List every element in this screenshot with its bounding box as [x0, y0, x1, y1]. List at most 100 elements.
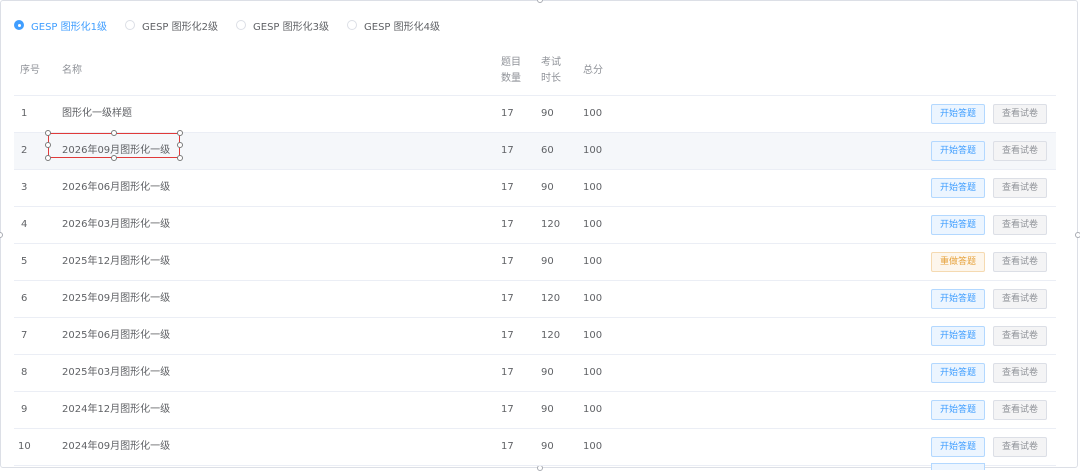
- selection-handle-s[interactable]: [111, 155, 117, 161]
- view-paper-button[interactable]: 查看试卷: [993, 289, 1047, 309]
- row-index: 2: [21, 145, 28, 156]
- redo-exam-button[interactable]: 重做答题: [931, 252, 985, 272]
- row-score: 100: [583, 145, 603, 156]
- header-time: 考试 时长: [541, 55, 561, 87]
- row-name: 2026年06月图形化一级: [62, 182, 171, 193]
- row-count: 17: [501, 293, 514, 304]
- row-index: 4: [21, 219, 28, 230]
- row-index: 6: [21, 293, 28, 304]
- radio-label: GESP 图形化1级: [31, 21, 107, 33]
- row-time: 120: [541, 293, 561, 304]
- row-name: 2025年03月图形化一级: [62, 367, 171, 378]
- radio-level-3[interactable]: GESP 图形化3级: [236, 18, 329, 33]
- selection-handle-se[interactable]: [177, 155, 183, 161]
- table-row: 6 2025年09月图形化一级 17 120 100 开始答题 查看试卷: [14, 281, 1056, 318]
- row-time: 120: [541, 330, 561, 341]
- radio-level-2[interactable]: GESP 图形化2级: [125, 18, 218, 33]
- row-count: 17: [501, 256, 514, 267]
- table-row: 1 图形化一级样题 17 90 100 开始答题 查看试卷: [14, 96, 1056, 133]
- row-score: 100: [583, 330, 603, 341]
- table-row: 4 2026年03月图形化一级 17 120 100 开始答题 查看试卷: [14, 207, 1056, 244]
- start-exam-button[interactable]: 开始答题: [931, 400, 985, 420]
- radio-label: GESP 图形化2级: [142, 21, 218, 33]
- selection-handle-sw[interactable]: [45, 155, 51, 161]
- header-score: 总分: [583, 65, 603, 76]
- row-count: 17: [501, 108, 514, 119]
- radio-level-4[interactable]: GESP 图形化4级: [347, 18, 440, 33]
- radio-label: GESP 图形化3级: [253, 21, 329, 33]
- table-row: 8 2025年03月图形化一级 17 90 100 开始答题 查看试卷: [14, 355, 1056, 392]
- frame-handle-right[interactable]: [1075, 232, 1080, 238]
- row-index: 3: [21, 182, 28, 193]
- row-score: 100: [583, 404, 603, 415]
- view-paper-button[interactable]: 查看试卷: [993, 178, 1047, 198]
- radio-dot-icon[interactable]: [236, 20, 246, 30]
- radio-dot-icon[interactable]: [125, 20, 135, 30]
- row-count: 17: [501, 330, 514, 341]
- selection-handle-w[interactable]: [45, 142, 51, 148]
- row-count: 17: [501, 441, 514, 452]
- selection-handle-e[interactable]: [177, 142, 183, 148]
- next-row-button-partial[interactable]: [931, 463, 985, 470]
- header-name: 名称: [62, 65, 82, 76]
- header-count-line1: 题目: [501, 57, 521, 68]
- row-name: 2025年09月图形化一级: [62, 293, 171, 304]
- table-row: 2 2026年09月图形化一级 17 60 100 开始答题 查看试卷: [14, 133, 1056, 170]
- row-time: 90: [541, 367, 554, 378]
- row-count: 17: [501, 367, 514, 378]
- table-header: 序号 名称 题目 数量 考试 时长 总分: [14, 46, 1056, 96]
- exam-table: 序号 名称 题目 数量 考试 时长 总分 1 图形化一级样题 17 90 100…: [14, 46, 1056, 466]
- header-time-line2: 时长: [541, 73, 561, 84]
- level-radio-group: GESP 图形化1级 GESP 图形化2级 GESP 图形化3级 GESP 图形…: [14, 17, 458, 33]
- view-paper-button[interactable]: 查看试卷: [993, 252, 1047, 272]
- radio-level-1[interactable]: GESP 图形化1级: [14, 18, 107, 33]
- row-index: 1: [21, 108, 28, 119]
- selection-handle-ne[interactable]: [177, 130, 183, 136]
- row-score: 100: [583, 367, 603, 378]
- view-paper-button[interactable]: 查看试卷: [993, 400, 1047, 420]
- row-index: 10: [18, 441, 31, 452]
- header-count: 题目 数量: [501, 55, 521, 87]
- radio-label: GESP 图形化4级: [364, 21, 440, 33]
- header-index: 序号: [20, 65, 40, 76]
- start-exam-button[interactable]: 开始答题: [931, 141, 985, 161]
- start-exam-button[interactable]: 开始答题: [931, 289, 985, 309]
- start-exam-button[interactable]: 开始答题: [931, 178, 985, 198]
- start-exam-button[interactable]: 开始答题: [931, 363, 985, 383]
- row-count: 17: [501, 219, 514, 230]
- row-index: 5: [21, 256, 28, 267]
- view-paper-button[interactable]: 查看试卷: [993, 141, 1047, 161]
- row-index: 9: [21, 404, 28, 415]
- selection-handle-nw[interactable]: [45, 130, 51, 136]
- row-name: 2024年12月图形化一级: [62, 404, 171, 415]
- start-exam-button[interactable]: 开始答题: [931, 104, 985, 124]
- view-paper-button[interactable]: 查看试卷: [993, 215, 1047, 235]
- start-exam-button[interactable]: 开始答题: [931, 437, 985, 457]
- view-paper-button[interactable]: 查看试卷: [993, 104, 1047, 124]
- start-exam-button[interactable]: 开始答题: [931, 215, 985, 235]
- row-index: 8: [21, 367, 28, 378]
- start-exam-button[interactable]: 开始答题: [931, 326, 985, 346]
- row-score: 100: [583, 219, 603, 230]
- view-paper-button[interactable]: 查看试卷: [993, 437, 1047, 457]
- row-index: 7: [21, 330, 28, 341]
- row-score: 100: [583, 182, 603, 193]
- row-time: 90: [541, 182, 554, 193]
- view-paper-button[interactable]: 查看试卷: [993, 326, 1047, 346]
- header-count-line2: 数量: [501, 73, 521, 84]
- selection-handle-n[interactable]: [111, 130, 117, 136]
- row-time: 90: [541, 108, 554, 119]
- row-name: 2024年09月图形化一级: [62, 441, 171, 452]
- row-time: 90: [541, 441, 554, 452]
- row-name: 图形化一级样题: [62, 108, 132, 119]
- table-row: 7 2025年06月图形化一级 17 120 100 开始答题 查看试卷: [14, 318, 1056, 355]
- table-row: 3 2026年06月图形化一级 17 90 100 开始答题 查看试卷: [14, 170, 1056, 207]
- view-paper-button[interactable]: 查看试卷: [993, 363, 1047, 383]
- row-count: 17: [501, 404, 514, 415]
- row-score: 100: [583, 293, 603, 304]
- row-score: 100: [583, 256, 603, 267]
- row-count: 17: [501, 145, 514, 156]
- radio-dot-icon[interactable]: [347, 20, 357, 30]
- row-name[interactable]: 2026年09月图形化一级: [62, 133, 170, 169]
- radio-dot-icon[interactable]: [14, 20, 24, 30]
